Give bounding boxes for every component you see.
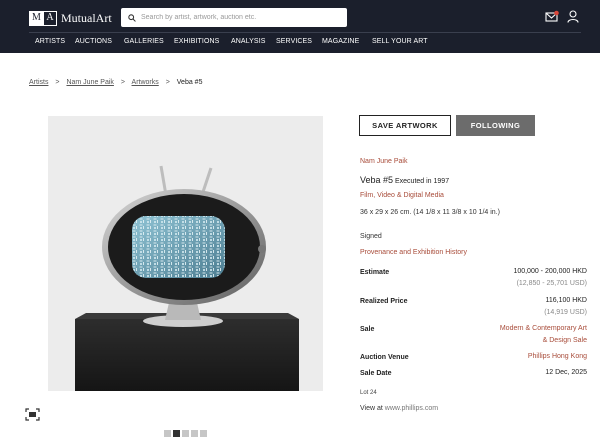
breadcrumb-separator: > [165, 79, 170, 86]
mail-notification-icon[interactable] [545, 10, 559, 23]
gallery-dot[interactable] [164, 430, 171, 437]
sale-date-label: Sale Date [360, 370, 392, 377]
gallery-dot[interactable] [173, 430, 180, 437]
artwork-image[interactable] [48, 116, 323, 391]
artist-link[interactable]: Nam June Paik [360, 158, 407, 165]
auction-venue-link[interactable]: Phillips Hong Kong [528, 351, 587, 363]
executed-year: Executed in 1997 [395, 178, 450, 185]
breadcrumb-artists[interactable]: Artists [29, 79, 48, 86]
provenance-link[interactable]: Provenance and Exhibition History [360, 249, 467, 256]
gallery-pagination [164, 430, 207, 437]
artwork-title-row: Veba #5 Executed in 1997 [360, 175, 449, 185]
nav-services[interactable]: SERVICES [276, 38, 312, 45]
view-at-link[interactable]: View at www.phillips.com [360, 405, 438, 412]
sale-link[interactable]: Modern & Contemporary Art & Design Sale [500, 323, 587, 347]
fullscreen-icon[interactable] [25, 408, 40, 421]
search-bar[interactable] [121, 8, 347, 27]
nav-auctions[interactable]: AUCTIONS [75, 38, 112, 45]
signed-note: Signed [360, 233, 382, 240]
medium-link[interactable]: Film, Video & Digital Media [360, 192, 444, 199]
nav-sell-your-art[interactable]: SELL YOUR ART [372, 38, 428, 45]
logo-text: MutualArt [61, 11, 112, 25]
estimate-value: 100,000 - 200,000 HKD [513, 268, 587, 275]
gallery-dot[interactable] [182, 430, 189, 437]
nav-analysis[interactable]: ANALYSIS [231, 38, 266, 45]
following-button[interactable]: FOLLOWING [456, 115, 535, 136]
estimate-label: Estimate [360, 269, 390, 276]
top-header: M A MutualArt ARTISTS AUCTIONS GALLERIES… [0, 0, 600, 53]
realized-price-usd: (14,919 USD) [544, 309, 587, 316]
breadcrumb-current: Veba #5 [176, 79, 203, 86]
realized-price-block: 116,100 HKD (14,919 USD) [544, 295, 587, 319]
save-artwork-button[interactable]: SAVE ARTWORK [359, 115, 451, 136]
mutualart-logo[interactable]: M A MutualArt [29, 11, 112, 26]
breadcrumb-separator: > [55, 79, 60, 86]
tv-sculpture-illustration [75, 165, 299, 391]
dimensions: 36 x 29 x 26 cm. (14 1/8 x 11 3/8 x 10 1… [360, 209, 500, 216]
gallery-dot[interactable] [191, 430, 198, 437]
sale-label: Sale [360, 326, 375, 333]
breadcrumb-artworks[interactable]: Artworks [132, 79, 159, 86]
auction-venue-label: Auction Venue [360, 354, 409, 361]
estimate-usd: (12,850 - 25,701 USD) [516, 280, 587, 287]
nav-exhibitions[interactable]: EXHIBITIONS [174, 38, 219, 45]
logo-monogram-left: M [30, 12, 43, 25]
realized-price-value: 116,100 HKD [545, 297, 587, 304]
nav-galleries[interactable]: GALLERIES [124, 38, 164, 45]
breadcrumb-artist[interactable]: Nam June Paik [66, 79, 113, 86]
logo-monogram: M A [29, 11, 57, 26]
breadcrumb-separator: > [120, 79, 125, 86]
sale-name-line2: & Design Sale [542, 337, 587, 344]
sale-name-line1: Modern & Contemporary Art [499, 325, 587, 332]
gallery-dot[interactable] [200, 430, 207, 437]
breadcrumb: Artists > Nam June Paik > Artworks > Veb… [29, 79, 202, 86]
realized-price-label: Realized Price [360, 298, 408, 305]
user-icon[interactable] [567, 10, 579, 23]
view-at-prefix: View at [360, 405, 383, 412]
header-divider [29, 32, 581, 33]
nav-magazine[interactable]: MAGAZINE [322, 38, 359, 45]
nav-artists[interactable]: ARTISTS [35, 38, 65, 45]
sale-date-value: 12 Dec, 2025 [545, 369, 587, 376]
estimate-value-block: 100,000 - 200,000 HKD (12,850 - 25,701 U… [513, 266, 587, 290]
view-at-host: www.phillips.com [384, 405, 439, 412]
search-icon [128, 13, 136, 22]
lot-number: Lot 24 [360, 390, 377, 396]
logo-monogram-right: A [43, 12, 56, 25]
artwork-title: Veba #5 [360, 175, 394, 185]
search-input[interactable] [141, 14, 331, 21]
